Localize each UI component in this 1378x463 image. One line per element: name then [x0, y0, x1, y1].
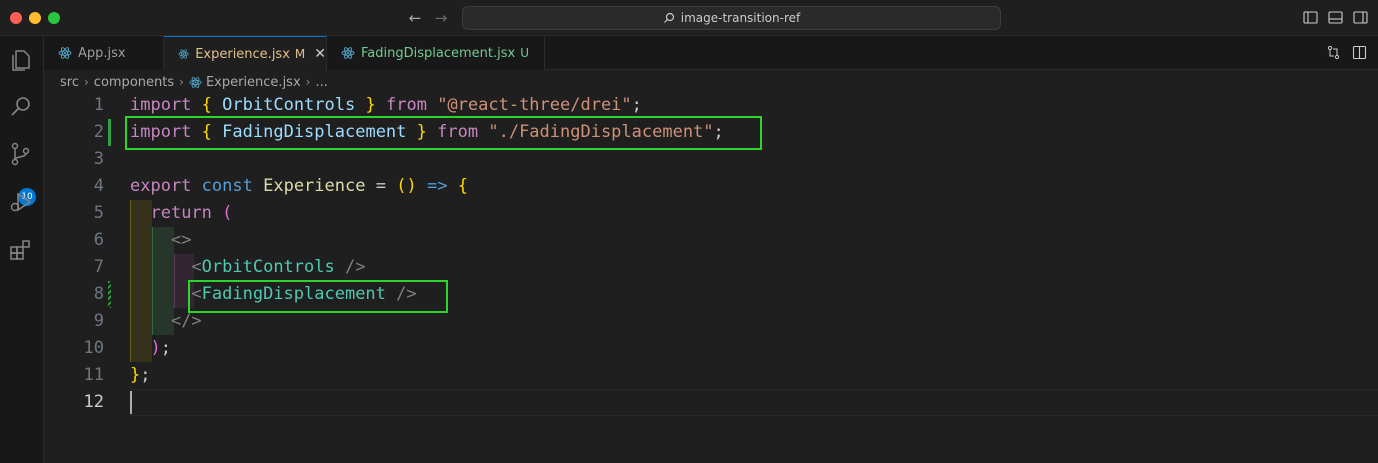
modified-indicator: M [294, 47, 306, 61]
line-number: 9 [93, 311, 104, 331]
breadcrumb-item[interactable]: Experience.jsx [206, 75, 301, 90]
breadcrumb-item[interactable]: ... [315, 75, 327, 90]
line-number: 4 [93, 176, 104, 196]
react-file-icon [341, 47, 355, 59]
tab-label: FadingDisplacement.jsx [361, 45, 516, 61]
forward-arrow-icon[interactable]: → [432, 8, 450, 28]
code-line: 7 <OrbitControls /> [44, 254, 1378, 281]
editor-tab-bar: App.jsx Experience.jsx M ✕ FadingDisplac… [44, 36, 1378, 71]
toggle-secondary-sidebar-icon[interactable] [1353, 10, 1368, 25]
code-text: return ( [150, 203, 233, 223]
react-file-icon [178, 49, 189, 59]
code-text: export const Experience = () => { [130, 176, 468, 196]
code-text: ); [150, 338, 171, 358]
untracked-indicator: U [520, 46, 529, 60]
toggle-primary-sidebar-icon[interactable] [1303, 10, 1318, 25]
line-number: 12 [83, 392, 104, 412]
maximize-window-button[interactable] [48, 12, 60, 24]
compare-changes-icon[interactable] [1326, 45, 1341, 60]
chevron-right-icon: › [305, 75, 311, 89]
code-line: 10 ); [44, 335, 1378, 362]
code-text: <OrbitControls /> [191, 257, 366, 277]
tab-fadingdisplacement-jsx[interactable]: FadingDisplacement.jsx U [327, 36, 545, 70]
react-file-icon [58, 47, 72, 59]
highlight-box-import [125, 116, 762, 150]
line-number: 5 [93, 203, 104, 223]
tab-app-jsx[interactable]: App.jsx [44, 36, 164, 70]
code-line: 11 }; [44, 362, 1378, 389]
code-line: 1 import { OrbitControls } from "@react-… [44, 92, 1378, 119]
line-number: 8 [93, 284, 104, 304]
code-editor[interactable]: 1 import { OrbitControls } from "@react-… [44, 92, 1378, 463]
line-number: 6 [93, 230, 104, 250]
code-line: 4 export const Experience = () => { [44, 173, 1378, 200]
run-and-debug-icon[interactable] [7, 188, 35, 216]
minimize-window-button[interactable] [29, 12, 41, 24]
code-text: }; [130, 365, 151, 385]
line-number: 1 [93, 95, 104, 115]
line-number: 3 [93, 149, 104, 169]
tab-label: App.jsx [78, 45, 126, 61]
breadcrumb-item[interactable]: components [94, 75, 174, 90]
toggle-panel-icon[interactable] [1328, 10, 1343, 25]
breadcrumb: src › components › Experience.jsx › ... [60, 71, 328, 93]
code-line: 5 return ( [44, 200, 1378, 227]
code-line: 6 <> [44, 227, 1378, 254]
extensions-icon[interactable] [7, 236, 35, 264]
code-text: <> [170, 230, 192, 250]
line-number: 11 [83, 365, 104, 385]
source-control-icon[interactable] [7, 140, 35, 168]
explorer-files-icon[interactable] [7, 46, 35, 74]
line-number: 7 [93, 257, 104, 277]
line-number: 10 [83, 338, 104, 358]
split-editor-icon[interactable] [1352, 45, 1367, 60]
text-cursor [130, 391, 132, 414]
search-icon [663, 12, 674, 23]
code-text: import { OrbitControls } from "@react-th… [130, 95, 642, 115]
back-arrow-icon[interactable]: ← [406, 8, 424, 28]
command-center-label: image-transition-ref [680, 11, 801, 25]
activity-bar: 10 [0, 36, 44, 463]
breadcrumb-item[interactable]: src [60, 75, 79, 90]
tab-label: Experience.jsx [195, 46, 290, 62]
chevron-right-icon: › [179, 75, 184, 89]
search-icon[interactable] [7, 93, 35, 121]
code-line: 12 [44, 389, 1378, 416]
code-line: 3 [44, 146, 1378, 173]
highlight-box-component [188, 280, 448, 313]
react-file-icon [189, 76, 202, 88]
close-window-button[interactable] [10, 12, 22, 24]
title-bar: ← → image-transition-ref [0, 0, 1378, 36]
chevron-right-icon: › [83, 75, 89, 89]
tab-experience-jsx[interactable]: Experience.jsx M ✕ [164, 36, 327, 71]
close-tab-icon[interactable]: ✕ [314, 46, 326, 62]
command-center-search[interactable]: image-transition-ref [462, 6, 1001, 30]
line-number: 2 [93, 122, 104, 142]
